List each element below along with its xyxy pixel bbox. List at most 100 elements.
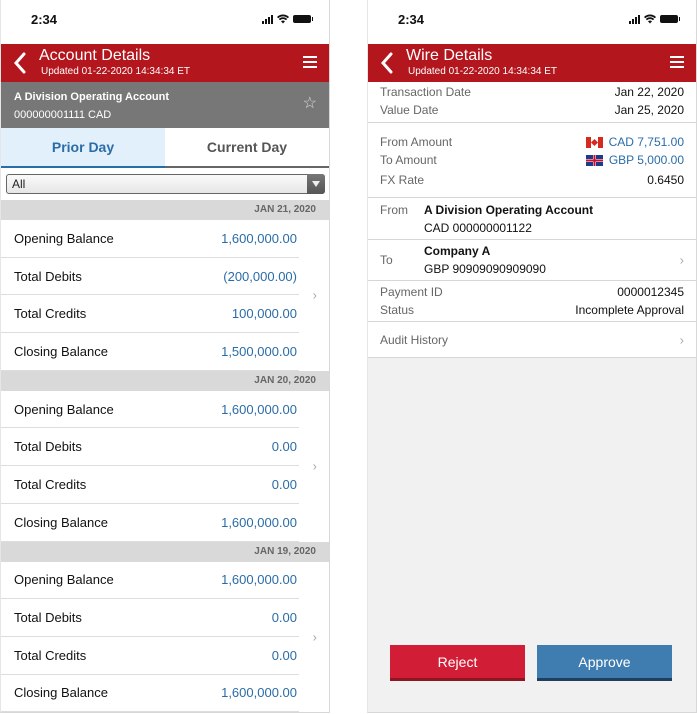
balance-value: 0.00: [271, 439, 297, 455]
wifi-icon: [277, 14, 289, 24]
balance-row: Opening Balance 1,600,000.00: [1, 562, 299, 600]
back-arrow-icon[interactable]: [378, 51, 396, 75]
value-date-label: Value Date: [380, 103, 439, 117]
to-label: To: [380, 253, 393, 267]
from-amount-label: From Amount: [380, 135, 453, 149]
page-title: Account Details: [39, 47, 151, 64]
from-label: From: [380, 203, 408, 217]
balance-label: Closing Balance: [14, 685, 108, 701]
date-header: JAN 20, 2020: [1, 370, 329, 391]
battery-icon: [293, 15, 313, 23]
balance-value: 1,600,000.00: [221, 401, 297, 417]
balance-label: Closing Balance: [14, 514, 108, 530]
updated-timestamp: Updated 01-22-2020 14:34:34 ET: [41, 66, 190, 77]
day-balance-group[interactable]: Opening Balance 1,600,000.00 Total Debits…: [1, 562, 329, 712]
status-label: Status: [380, 303, 415, 317]
chevron-right-icon[interactable]: ›: [680, 332, 684, 347]
balance-value: 100,000.00: [231, 306, 297, 322]
signal-icon: [629, 14, 640, 24]
nav-header: Wire Details Updated 01-22-2020 14:34:34…: [368, 44, 696, 82]
account-name: A Division Operating Account: [14, 91, 170, 103]
balance-value: 1,600,000.00: [221, 514, 297, 530]
wire-details-screen: 2:34 Wire Details Updated 01-22-2020 14:…: [367, 0, 697, 713]
balance-label: Closing Balance: [14, 343, 108, 359]
payment-id-label: Payment ID: [380, 285, 443, 299]
balance-value: 0.00: [271, 647, 297, 663]
payment-section: Payment ID 0000012345 Status Incomplete Ap…: [368, 281, 696, 322]
hamburger-menu-icon[interactable]: [670, 56, 684, 68]
to-beneficiary-name: Company A: [424, 244, 491, 258]
to-beneficiary-account: GBP 90909090909090: [424, 262, 546, 276]
balance-row: Total Credits 100,000.00: [1, 295, 299, 334]
balance-row: Closing Balance 1,600,000.00: [1, 675, 299, 712]
star-favorite-icon[interactable]: ☆: [303, 96, 317, 112]
uk-flag-icon: [585, 154, 603, 166]
balance-row: Total Credits 0.00: [1, 637, 299, 675]
filter-select[interactable]: All: [6, 174, 325, 194]
balance-row: Total Credits 0.00: [1, 466, 299, 504]
signal-icon: [262, 14, 273, 24]
chevron-right-icon[interactable]: ›: [313, 459, 317, 474]
balance-label: Total Credits: [14, 647, 87, 663]
transaction-date-label: Transaction Date: [380, 85, 471, 99]
audit-history-row[interactable]: Audit History ›: [368, 322, 696, 358]
account-details-screen: 2:34 Account Details Updated 01-22-2020 …: [0, 0, 330, 713]
day-balance-group[interactable]: Opening Balance 1,600,000.00 Total Debits…: [1, 391, 329, 542]
balance-value: 1,500,000.00: [221, 343, 297, 359]
approve-button[interactable]: Approve: [537, 645, 672, 681]
dropdown-arrow-icon[interactable]: [307, 174, 325, 194]
balance-row: Total Debits 0.00: [1, 599, 299, 637]
balance-row: Closing Balance 1,500,000.00: [1, 333, 299, 371]
tab-prior-day[interactable]: Prior Day: [1, 128, 165, 168]
balance-value: 0.00: [271, 476, 297, 492]
chevron-right-icon[interactable]: ›: [313, 629, 317, 644]
balance-label: Opening Balance: [14, 401, 114, 417]
chevron-right-icon[interactable]: ›: [680, 253, 684, 268]
balance-label: Total Credits: [14, 306, 87, 322]
status-time: 2:34: [31, 12, 58, 27]
status-value: Incomplete Approval: [575, 303, 684, 317]
balance-value: 1,600,000.00: [221, 685, 297, 701]
dates-section: Transaction Date Jan 22, 2020 Value Date J…: [368, 82, 696, 123]
balance-value: 1,600,000.00: [221, 230, 297, 246]
updated-timestamp: Updated 01-22-2020 14:34:34 ET: [408, 66, 557, 77]
from-account-name: A Division Operating Account: [424, 203, 594, 217]
battery-icon: [660, 15, 680, 23]
balance-label: Total Credits: [14, 476, 87, 492]
day-balance-group[interactable]: Opening Balance 1,600,000.00 Total Debits…: [1, 220, 329, 371]
back-arrow-icon[interactable]: [11, 51, 29, 75]
to-beneficiary-row[interactable]: To Company A GBP 90909090909090 ›: [368, 240, 696, 281]
status-time: 2:34: [398, 12, 425, 27]
wifi-icon: [644, 14, 656, 24]
status-bar: 2:34: [368, 0, 696, 44]
account-summary: A Division Operating Account 00000000111…: [1, 82, 329, 128]
chevron-right-icon[interactable]: ›: [313, 288, 317, 303]
filter-selected-value: All: [12, 177, 26, 191]
account-number: 000000001111 CAD: [14, 109, 112, 121]
balance-label: Total Debits: [14, 439, 82, 455]
reject-button[interactable]: Reject: [390, 645, 525, 681]
fx-rate-label: FX Rate: [380, 173, 425, 187]
date-header: JAN 19, 2020: [1, 541, 329, 562]
nav-header: Account Details Updated 01-22-2020 14:34…: [1, 44, 329, 82]
to-amount-label: To Amount: [380, 153, 437, 167]
page-title: Wire Details: [406, 47, 493, 64]
value-date-value: Jan 25, 2020: [614, 103, 684, 117]
balance-row: Opening Balance 1,600,000.00: [1, 391, 299, 429]
from-amount-value: CAD 7,751.00: [608, 135, 684, 149]
from-account-section: From A Division Operating Account CAD 00…: [368, 198, 696, 240]
canada-flag-icon: [585, 136, 603, 148]
balance-row: Total Debits 0.00: [1, 428, 299, 467]
day-tabs: Prior Day Current Day: [1, 128, 329, 168]
hamburger-menu-icon[interactable]: [303, 56, 317, 68]
balance-label: Total Debits: [14, 610, 82, 626]
balance-value: 0.00: [271, 610, 297, 626]
balance-row: Total Debits (200,000.00): [1, 258, 299, 296]
status-bar: 2:34: [1, 0, 329, 44]
balance-label: Total Debits: [14, 268, 82, 284]
transaction-date-value: Jan 22, 2020: [614, 85, 684, 99]
from-account-number: CAD 000000001122: [424, 221, 532, 235]
balance-label: Opening Balance: [14, 230, 114, 246]
fx-rate-value: 0.6450: [647, 173, 684, 187]
tab-current-day[interactable]: Current Day: [165, 128, 329, 166]
